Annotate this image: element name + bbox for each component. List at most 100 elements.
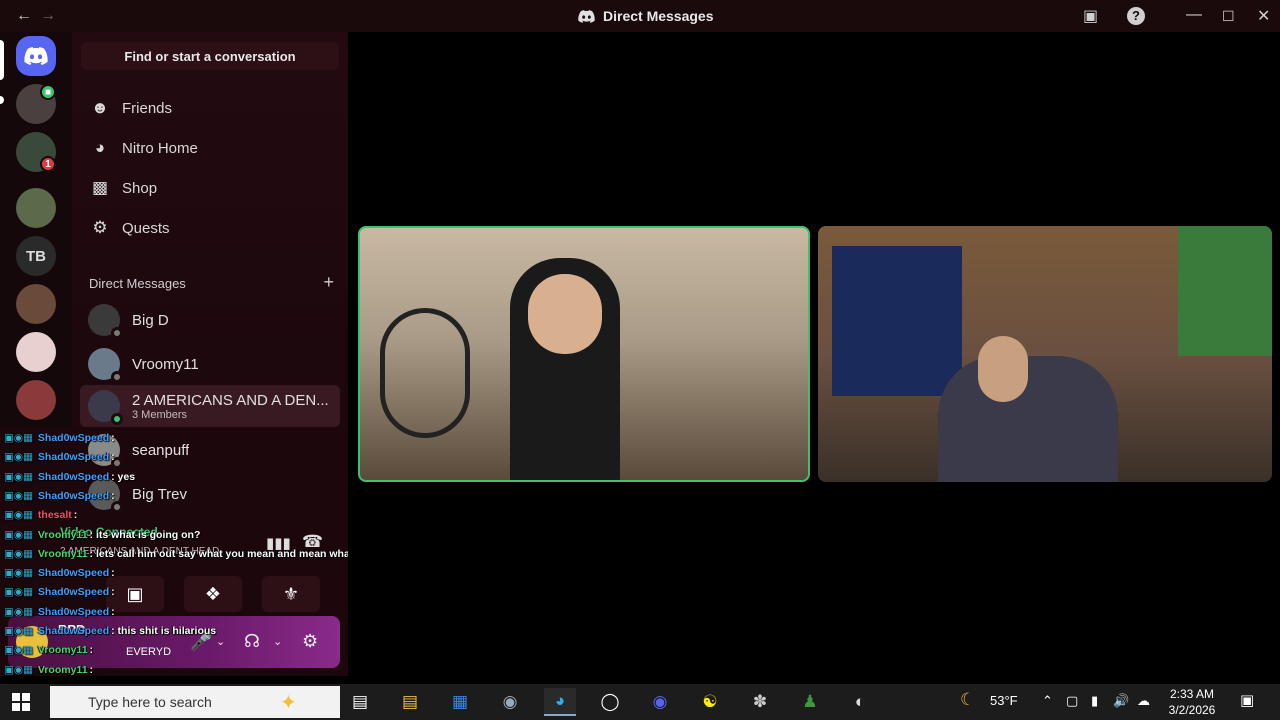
chat-badge-icon: ▣◉▦: [4, 625, 36, 637]
bicycle-shape: [380, 308, 470, 438]
cloud-icon[interactable]: ☁: [1137, 693, 1150, 709]
chat-message: :: [111, 432, 115, 444]
weather-temp[interactable]: 53°F: [990, 693, 1018, 708]
chat-badge-icon: ▣◉▦: [4, 605, 36, 618]
date: 3/2/2026: [1168, 703, 1216, 717]
video-badge-icon: ■: [40, 84, 56, 100]
chat-username: Shad0wSpeed: [37, 586, 110, 599]
chat-username: Shad0wSpeed: [37, 470, 110, 483]
status-dot: [111, 413, 123, 425]
back-arrow-icon[interactable]: ←: [16, 7, 32, 25]
server-icon-6[interactable]: [16, 332, 56, 372]
status-dot: [111, 327, 123, 339]
battery-icon[interactable]: ▮: [1091, 693, 1098, 709]
minimize-icon[interactable]: —: [1186, 6, 1202, 24]
create-dm-plus-icon[interactable]: +: [323, 273, 334, 291]
chat-line: ▣◉▦ Vroomy11:: [4, 644, 93, 656]
chat-message: : this shit is hilarious: [111, 625, 217, 637]
chat-badge-icon: ▣◉▦: [4, 567, 36, 580]
discord-taskbar-icon[interactable]: ◉: [644, 688, 676, 716]
chat-username: Shad0wSpeed: [37, 625, 110, 637]
quests-icon: ⚙: [92, 218, 108, 237]
task-view-icon[interactable]: ▤: [344, 688, 376, 716]
chat-badge-icon: ▣◉▦: [4, 509, 36, 522]
chat-message: :: [73, 509, 78, 522]
poster-shape: [1178, 226, 1272, 356]
streamer-app-icon[interactable]: ◐: [844, 688, 876, 716]
weather-moon-icon[interactable]: ☾: [960, 690, 975, 710]
server-icon-5[interactable]: [16, 284, 56, 324]
maximize-icon[interactable]: ☐: [1222, 8, 1235, 25]
chat-message: :: [111, 605, 115, 618]
snapchat-icon[interactable]: ☯: [694, 688, 726, 716]
chat-username: Shad0wSpeed: [37, 432, 110, 444]
close-icon[interactable]: ✕: [1257, 6, 1270, 26]
tray-app-icon[interactable]: ▢: [1066, 693, 1078, 709]
chat-username: Vroomy11: [37, 644, 88, 657]
chat-badge-icon: ▣◉▦: [4, 586, 36, 599]
dm-name: Big D: [132, 311, 169, 329]
inbox-icon[interactable]: ▣: [1083, 6, 1098, 26]
nav-shop-label: Shop: [122, 179, 158, 197]
avatar: [88, 348, 123, 383]
dm-item-group[interactable]: 2 AMERICANS AND A DEN... 3 Members: [80, 385, 340, 427]
nav-friends-label: Friends: [122, 99, 173, 117]
game-icon[interactable]: ♟: [794, 688, 826, 716]
chat-line: ▣◉▦ Shad0wSpeed:: [4, 606, 115, 618]
video-call-area: [348, 32, 1280, 684]
shop-icon: ▩: [91, 178, 109, 197]
app-icon[interactable]: ✽: [744, 688, 776, 716]
server-icon-tb[interactable]: TB: [16, 236, 56, 276]
notifications-icon[interactable]: ▣: [1240, 691, 1254, 709]
dm-item-vroomy11[interactable]: Vroomy11: [80, 343, 340, 385]
edge-icon[interactable]: ◕: [544, 688, 576, 716]
participant-face: [528, 274, 602, 354]
start-windows-icon[interactable]: [12, 693, 30, 711]
video-tile-speaking[interactable]: [358, 226, 810, 482]
file-explorer-icon[interactable]: ▤: [394, 688, 426, 716]
chat-line: ▣◉▦ Shad0wSpeed:: [4, 451, 115, 463]
avatar: [88, 304, 123, 339]
nav-friends[interactable]: ☻ Friends: [80, 90, 340, 126]
clock[interactable]: 2:33 AM 3/2/2026: [1162, 686, 1222, 718]
chat-message: :: [89, 644, 94, 657]
chat-badge-icon: ▣◉▦: [4, 432, 36, 444]
steam-icon[interactable]: ◉: [494, 688, 526, 716]
title-bar: ← → Direct Messages ▣ ? — ☐ ✕: [0, 0, 1280, 32]
server-icon-3[interactable]: [16, 188, 56, 228]
search-highlight-icon: ✦: [280, 692, 297, 714]
forward-arrow-icon[interactable]: →: [40, 7, 56, 25]
obs-icon[interactable]: ◯: [594, 688, 626, 716]
chat-line: ▣◉▦ thesalt:: [4, 509, 77, 521]
dm-item-big-d[interactable]: Big D: [80, 299, 340, 341]
home-button[interactable]: [16, 36, 56, 76]
windows-taskbar: Type here to search ✦ ▤ ▤ ▦ ◉ ◕ ◯ ◉ ☯ ✽ …: [0, 684, 1280, 720]
tray-chevron-icon[interactable]: ⌃: [1042, 693, 1053, 709]
window-title-group: Direct Messages: [578, 8, 714, 24]
chat-badge-icon: ▣◉▦: [4, 489, 36, 502]
participant-face: [978, 336, 1028, 402]
nav-quests[interactable]: ⚙ Quests: [80, 210, 340, 246]
chat-line: ▣◉▦ Shad0wSpeed:: [4, 432, 115, 444]
chat-line: ▣◉▦ Vroomy11: lets call him out say what…: [4, 548, 395, 560]
dm-sidebar: Find or start a conversation ☻ Friends ◕…: [72, 32, 348, 428]
conversation-search[interactable]: Find or start a conversation: [81, 42, 339, 70]
chat-message: : its what is going on?: [89, 528, 201, 541]
server-icon-7[interactable]: [16, 380, 56, 420]
volume-icon[interactable]: 🔊: [1113, 693, 1129, 709]
chat-message: :: [111, 567, 115, 580]
stream-chat-overlay: ▣◉▦ Shad0wSpeed: ▣◉▦ Shad0wSpeed: ▣◉▦ Shad…: [0, 430, 395, 720]
help-icon[interactable]: ?: [1127, 7, 1145, 25]
member-count: 3 Members: [132, 408, 188, 421]
flag-shape: [832, 246, 962, 396]
chat-username: thesalt: [37, 509, 72, 522]
dm-header-label: Direct Messages: [89, 276, 186, 291]
discord-logo-icon: [578, 9, 595, 23]
store-icon[interactable]: ▦: [444, 688, 476, 716]
video-tile[interactable]: [818, 226, 1272, 482]
chat-line: ▣◉▦ Vroomy11: its what is going on?: [4, 529, 200, 541]
unread-pill: [0, 96, 4, 104]
nav-shop[interactable]: ▩ Shop: [80, 170, 340, 206]
nav-nitro-home[interactable]: ◕ Nitro Home: [80, 130, 340, 166]
chat-line: ▣◉▦ Shad0wSpeed:: [4, 567, 115, 579]
